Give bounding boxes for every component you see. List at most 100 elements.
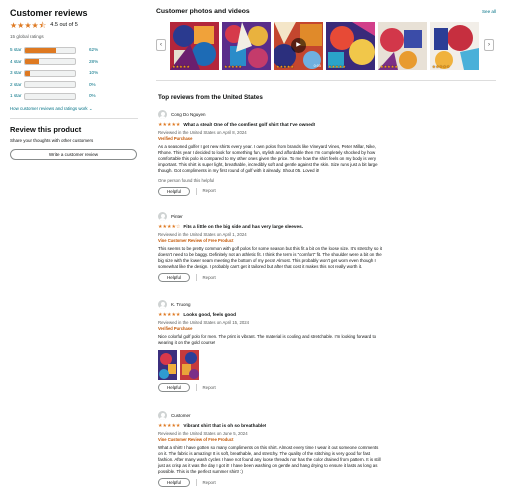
vine-badge: Vine Customer Review of Free Product [158,437,234,443]
review-photo[interactable]: ★★★★★ [170,21,219,70]
helpful-button[interactable]: Helpful [158,186,190,196]
reviews-page: Customer reviews ★★★★⯪ 4.5 out of 5 15 g… [0,0,524,500]
overall-rating[interactable]: ★★★★⯪ 4.5 out of 5 [10,20,138,30]
report-link[interactable]: Report [203,480,216,486]
helpful-button[interactable]: Helpful [158,477,190,487]
review-actions: Helpful Report [158,186,384,196]
histogram-label: 3 star [10,70,22,76]
review-date: Reviewed in the United States on April 8… [158,129,247,135]
report-link[interactable]: Report [203,275,216,281]
review-photo[interactable]: ★★★★★ [430,21,479,70]
review-images [158,350,384,381]
global-ratings-count: 15 global ratings [10,33,44,39]
reviewer[interactable]: K. Truong [158,300,384,309]
verified-badge: Verified Purchase [158,136,193,142]
write-review-button[interactable]: Write a customer review [10,149,137,161]
play-icon: ▶ [291,37,306,53]
star-rating-icon: ★★★★⯪ [10,20,47,30]
review-date: Reviewed in the United States on April 1… [158,231,247,237]
star-rating-icon: ★★★★☆ [158,224,181,230]
review-video[interactable]: ▶ ★★★★★ 0:05 [274,21,323,70]
histogram-label: 1 star [10,93,22,99]
helpful-count: One person found this helpful [158,177,215,183]
histogram-percent: 0% [89,81,96,87]
histogram-fill [25,47,56,53]
review-heading: ★★★★★ What a steal! One of the comfiest … [158,122,384,129]
chevron-down-icon: ⌄ [88,106,93,112]
review-image[interactable] [180,350,199,381]
reviewer[interactable]: Customer [158,411,384,420]
review-title[interactable]: Vibrant shirt that is oh so breathable! [183,423,266,429]
review-photo[interactable]: ★★★★★ [326,21,375,70]
review-date: Reviewed in the United States on June 5,… [158,430,248,436]
histogram-row-2[interactable]: 2 star 0% [10,79,138,91]
star-rating-icon: ★★★★★ [158,122,181,128]
review-body: As a seasoned golfer I get new shirts ev… [158,144,378,174]
shirt-photo-image [158,350,177,381]
review-card: Cong Do Nguyen ★★★★★ What a steal! One o… [158,110,384,196]
how-ratings-work-link[interactable]: How customer reviews and ratings work ⌄ [10,106,138,112]
thumbnail-stars: ★★★★★ [172,63,190,69]
helpful-button[interactable]: Helpful [158,273,190,283]
histogram-bar [24,81,76,89]
histogram-percent: 28% [89,58,99,64]
how-ratings-work-text: How customer reviews and ratings work [10,106,88,112]
rating-histogram: 5 star 62% 4 star 28% 3 star 10% 2 star … [10,45,138,103]
separator [196,187,197,195]
photos-title: Customer photos and videos [156,8,250,15]
see-all-link[interactable]: See all [482,9,496,15]
ratings-summary: Customer reviews ★★★★⯪ 4.5 out of 5 15 g… [10,8,138,161]
review-actions: Helpful Report [158,273,384,283]
review-body: What a shirt! I have gotten so many comp… [158,445,381,475]
shirt-pattern-image [378,21,427,70]
reviewer[interactable]: Pinter [158,212,384,221]
thumbnail-stars: ★★★★★ [224,63,242,69]
shirt-pattern-image [170,21,219,70]
shirt-pattern-image [430,21,479,70]
histogram-row-3[interactable]: 3 star 10% [10,68,138,80]
divider [156,80,496,81]
histogram-row-1[interactable]: 1 star 0% [10,91,138,103]
review-title[interactable]: Fits a little on the big side and has ve… [183,224,303,230]
carousel-prev-button[interactable]: ‹ [156,38,166,51]
review-heading: ★★★★☆ Fits a little on the big side and … [158,224,384,231]
histogram-label: 2 star [10,81,22,87]
histogram-percent: 62% [89,47,99,53]
photo-carousel: ‹ ★★★★★ ★★★★★ ▶ ★★★★★ 0:05 ★★★★★ ★★★★★ ★… [156,21,496,74]
star-rating-icon: ★★★★★ [158,423,181,429]
report-link[interactable]: Report [203,188,216,194]
review-image[interactable] [158,350,177,381]
review-body: This seems to be pretty common with golf… [158,246,382,270]
histogram-row-5[interactable]: 5 star 62% [10,45,138,57]
review-photo[interactable]: ★★★★★ [222,21,271,70]
review-title[interactable]: What a steal! One of the comfiest golf s… [183,122,315,128]
review-date: Reviewed in the United States on April 1… [158,319,250,325]
histogram-bar [24,58,76,66]
histogram-percent: 0% [89,93,96,99]
histogram-percent: 10% [89,70,99,76]
reviewer[interactable]: Cong Do Nguyen [158,110,384,119]
review-product-title: Review this product [10,124,82,134]
histogram-bar [24,69,76,77]
review-card: Pinter ★★★★☆ Fits a little on the big si… [158,212,384,283]
reviews-main: Customer photos and videos See all ‹ ★★★… [156,8,496,487]
shirt-pattern-image [326,21,375,70]
shirt-photo-image [180,350,199,381]
separator [196,478,197,486]
histogram-row-4[interactable]: 4 star 28% [10,56,138,68]
helpful-button[interactable]: Helpful [158,383,190,393]
review-actions: Helpful Report [158,477,384,487]
thumbnail-stars: ★★★★★ [432,63,450,69]
photos-header: Customer photos and videos See all [156,8,496,17]
reviewer-name: K. Truong [171,301,191,307]
review-photo[interactable]: ★★★★★ [378,21,427,70]
thumbnail-stars: ★★★★★ [276,63,294,69]
carousel-next-button[interactable]: › [484,38,494,51]
review-heading: ★★★★★ Vibrant shirt that is oh so breath… [158,423,384,430]
review-title[interactable]: Looks good, feels good [183,312,236,318]
top-reviews-title: Top reviews from the United States [158,94,263,101]
rating-text: 4.5 out of 5 [50,22,78,29]
star-rating-icon: ★★★★★ [158,312,181,318]
report-link[interactable]: Report [203,385,216,391]
avatar [158,110,167,119]
